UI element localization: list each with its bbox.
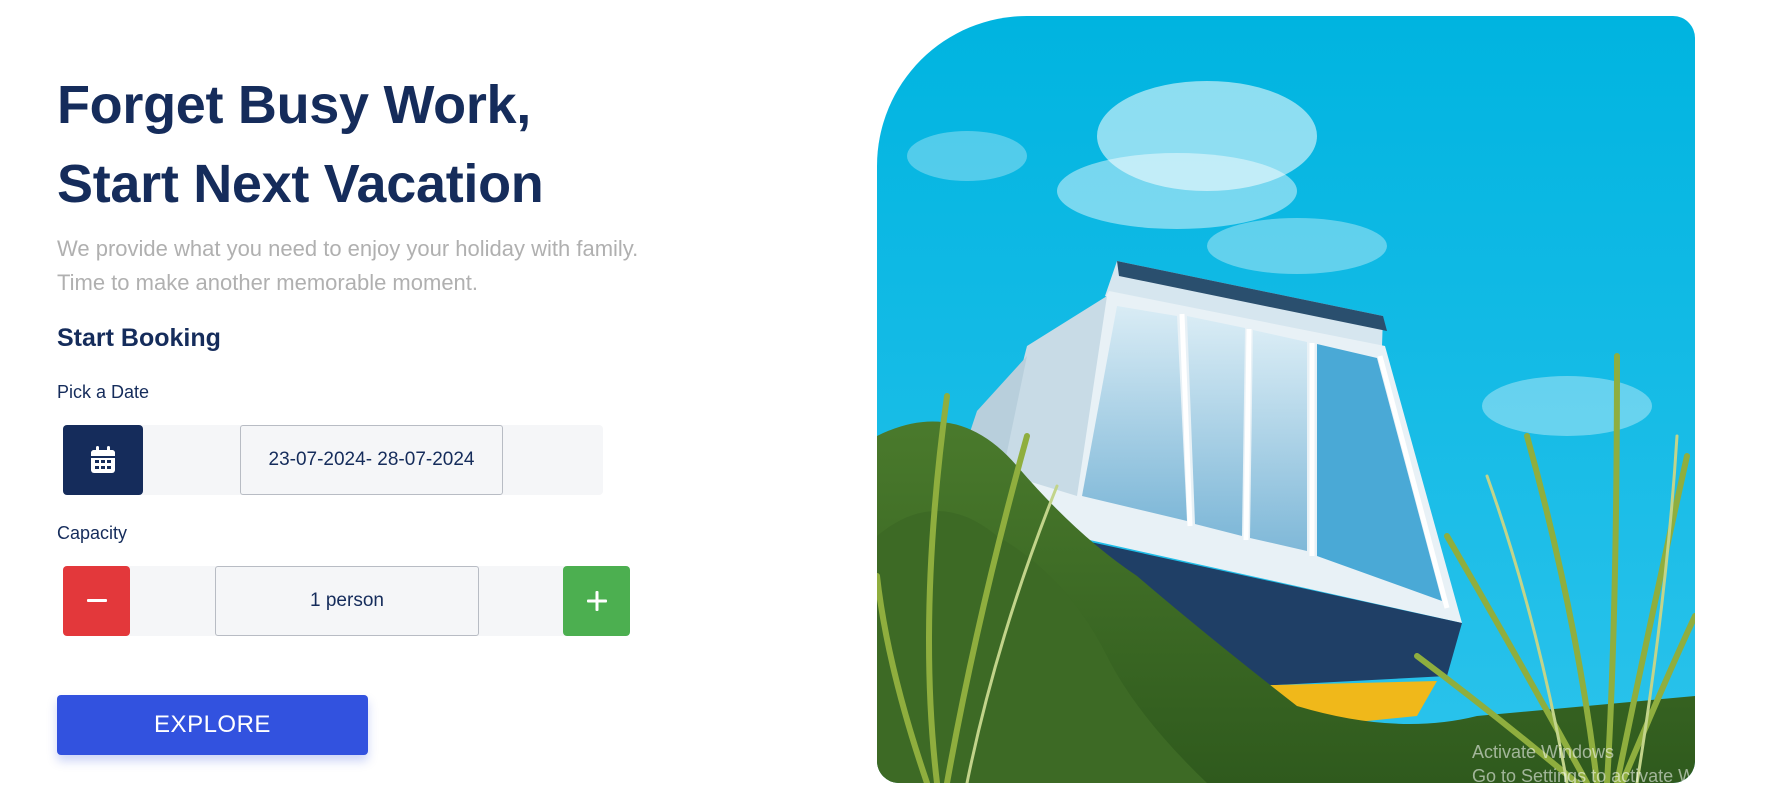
plus-icon (586, 591, 607, 611)
hero-subtitle-line-2: Time to make another memorable moment. (57, 270, 479, 295)
hero-subtitle-line-1: We provide what you need to enjoy your h… (57, 236, 639, 261)
minus-icon (86, 599, 107, 602)
decrease-button[interactable] (63, 566, 130, 636)
landing-page: Forget Busy Work, Start Next Vacation We… (0, 0, 1789, 795)
explore-button[interactable]: EXPLORE (57, 695, 368, 755)
date-picker: 23-07-2024- 28-07-2024 (63, 425, 603, 495)
capacity-label: Capacity (57, 523, 128, 543)
date-range-field[interactable]: 23-07-2024- 28-07-2024 (240, 425, 503, 495)
hero-subtitle: We provide what you need to enjoy your h… (57, 232, 638, 300)
watermark-line-1: Activate Windows (1472, 742, 1615, 762)
increase-button[interactable] (563, 566, 630, 636)
hero-title-line-1: Forget Busy Work, (57, 75, 531, 135)
capacity-field[interactable]: 1 person (215, 566, 479, 636)
windows-activation-watermark: Activate Windows Go to Settings to activ… (1472, 740, 1756, 788)
hero-title-line-2: Start Next Vacation (57, 154, 544, 214)
booking-title: Start Booking (57, 324, 221, 352)
capacity-stepper: 1 person (63, 566, 630, 636)
hero-image (877, 16, 1695, 783)
calendar-icon (91, 446, 115, 473)
house-photo (877, 16, 1695, 783)
watermark-line-2: Go to Settings to activate Windows. (1472, 766, 1757, 786)
hero-title: Forget Busy Work, Start Next Vacation (57, 66, 544, 224)
calendar-button[interactable] (63, 425, 143, 495)
date-label: Pick a Date (57, 382, 150, 402)
